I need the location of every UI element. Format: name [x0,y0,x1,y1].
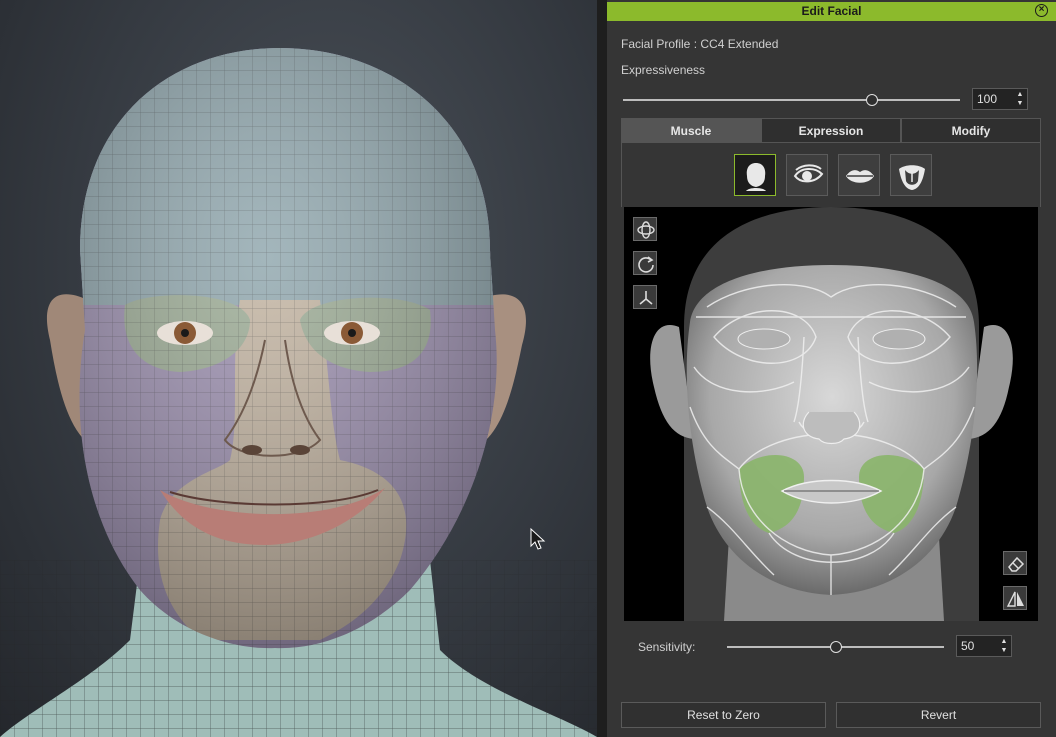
head-mode-button[interactable] [734,154,776,196]
mirror-tool-button[interactable] [1003,586,1027,610]
panel-title-bar: Edit Facial × [607,2,1056,21]
spin-arrows-icon[interactable]: ▲ ▼ [1015,90,1025,108]
head-icon [746,163,766,191]
expressiveness-slider-thumb[interactable] [866,94,879,106]
rotate-icon [638,256,654,273]
close-icon[interactable]: × [1035,4,1048,17]
3d-viewport[interactable] [0,0,597,737]
expressiveness-spinbox[interactable]: 100 ▲ ▼ [972,88,1028,110]
spin-arrows-icon[interactable]: ▲ ▼ [999,637,1009,655]
eraser-icon [1008,556,1025,572]
mouse-cursor-icon [530,527,546,550]
tab-modify[interactable]: Modify [901,118,1041,143]
head-model [0,48,597,737]
eye-mode-button[interactable] [786,154,828,196]
sensitivity-label: Sensitivity: [638,640,696,654]
tab-expression[interactable]: Expression [761,118,901,143]
sensitivity-spinbox[interactable]: 50 ▲ ▼ [956,635,1012,657]
sensitivity-value: 50 [961,639,975,653]
axis-tool-button[interactable] [633,285,657,309]
expressiveness-slider-track[interactable] [623,99,960,101]
lips-mode-button[interactable] [838,154,880,196]
rotate-tool-button[interactable] [633,251,657,275]
tongue-mode-button[interactable] [890,154,932,196]
orbit-icon [637,221,655,239]
eye-icon [793,164,824,183]
facial-tabs: Muscle Expression Modify [621,118,1041,143]
sensitivity-slider-thumb[interactable] [829,641,842,653]
edit-facial-panel: Edit Facial × Facial Profile : CC4 Exten… [607,0,1056,737]
axis-icon [639,291,653,305]
facial-profile-label: Facial Profile : CC4 Extended [621,37,779,51]
reset-to-zero-button[interactable]: Reset to Zero [621,702,826,728]
muscle-mode-row [621,143,1041,207]
face-map-diagram [650,207,1013,621]
muscle-face-map[interactable] [624,207,1038,621]
panel-divider[interactable] [597,0,607,737]
mirror-icon [1006,591,1024,607]
expressiveness-label: Expressiveness [621,63,706,77]
revert-button[interactable]: Revert [836,702,1041,728]
eraser-tool-button[interactable] [1003,551,1027,575]
tab-muscle[interactable]: Muscle [621,118,761,143]
lips-icon [846,170,874,183]
tongue-icon [899,165,925,190]
orbit-tool-button[interactable] [633,217,657,241]
expressiveness-value: 100 [977,92,998,106]
panel-title: Edit Facial [801,4,862,18]
